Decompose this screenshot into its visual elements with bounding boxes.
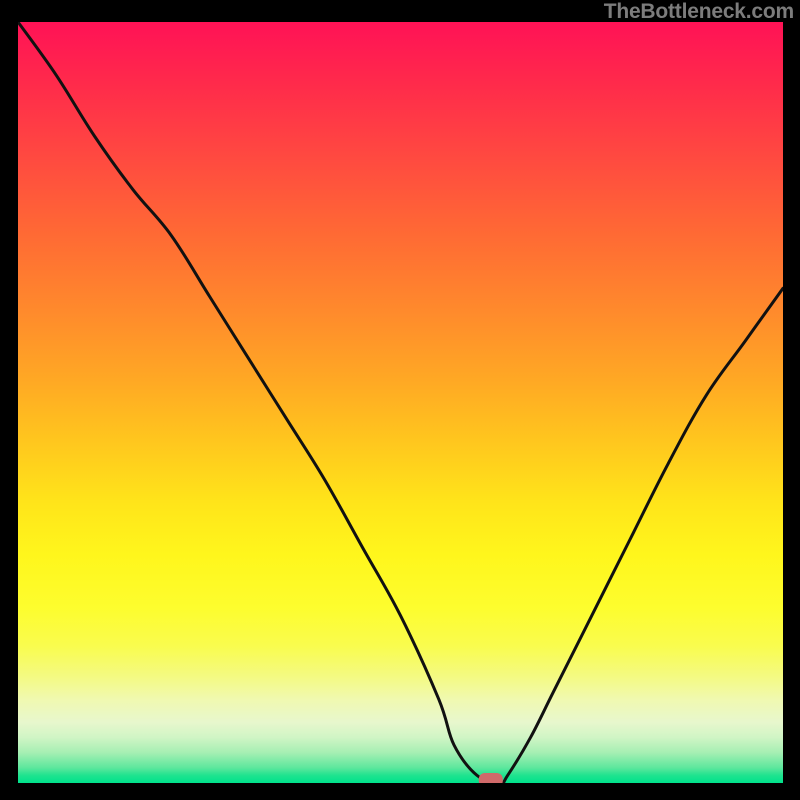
- watermark-label: TheBottleneck.com: [604, 0, 794, 24]
- curve-svg: [18, 22, 783, 783]
- bottleneck-curve: [18, 22, 783, 783]
- chart-frame: TheBottleneck.com: [0, 0, 800, 800]
- optimal-marker: [479, 773, 503, 783]
- plot-area: [18, 22, 783, 783]
